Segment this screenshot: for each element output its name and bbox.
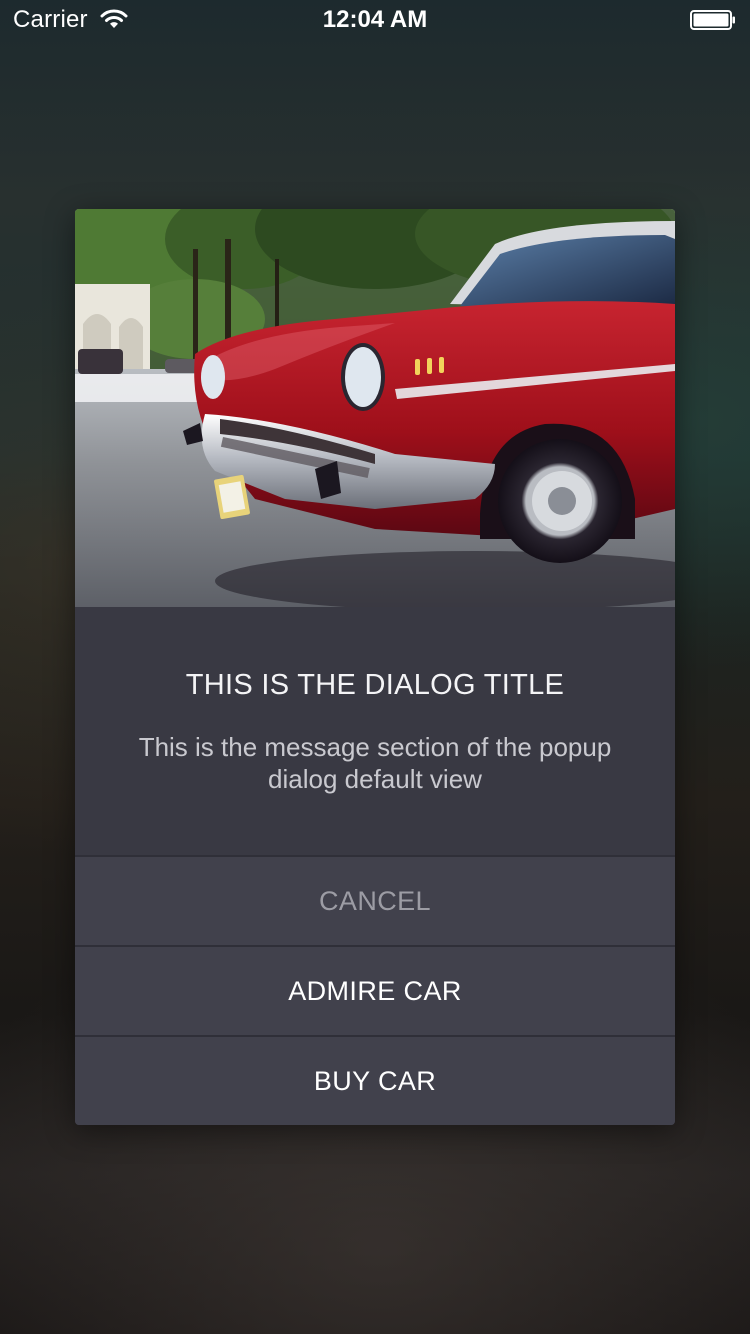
dialog-title: THIS IS THE DIALOG TITLE [185,669,565,701]
screen: Carrier 12:04 AM THIS IS THE DIALOG TITL… [0,0,750,1334]
cancel-button[interactable]: CANCEL [75,855,675,945]
buy-car-button[interactable]: BUY CAR [75,1035,675,1125]
dialog-content: THIS IS THE DIALOG TITLE This is the mes… [75,607,675,855]
status-time: 12:04 AM [322,6,428,33]
dialog-message: This is the message section of the popup… [138,732,612,794]
popup-dialog: THIS IS THE DIALOG TITLE This is the mes… [75,209,675,1125]
battery-icon [690,10,735,30]
admire-car-button[interactable]: ADMIRE CAR [75,945,675,1035]
status-bar: Carrier 12:04 AM [0,0,750,40]
car-photo [75,209,675,607]
